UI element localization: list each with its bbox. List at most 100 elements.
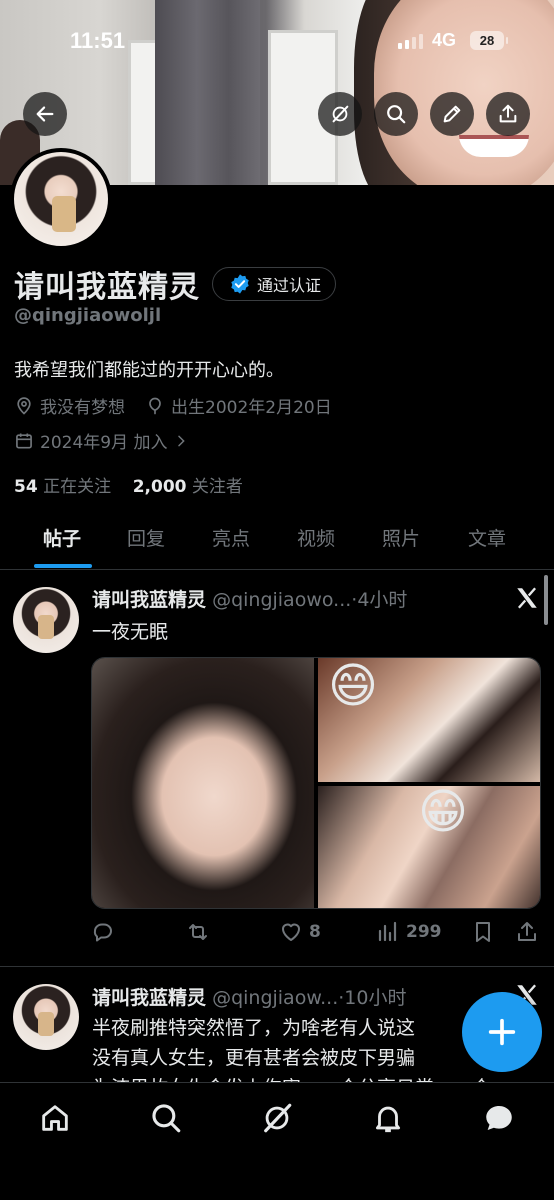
search-icon <box>387 105 406 124</box>
profile-handle: @qingjiaowoljl <box>14 305 162 326</box>
avatar-phone <box>52 196 76 232</box>
profile-avatar[interactable] <box>10 148 112 250</box>
balloon-icon <box>149 397 161 414</box>
heart-icon <box>282 923 300 941</box>
reply-icon <box>93 923 112 942</box>
profile-meta-row: 我没有梦想 出生2002年2月20日 <box>14 393 332 418</box>
grok-icon <box>264 1103 292 1133</box>
plus-icon <box>488 1018 516 1046</box>
grok-icon <box>332 105 349 123</box>
post-actions: 8 299 <box>91 920 541 950</box>
following-label: 正在关注 <box>43 477 112 497</box>
post-image[interactable]: 😄 <box>318 658 540 782</box>
profile-bio: 我希望我们都能过的开开心心的。 <box>14 360 284 381</box>
x-logo-icon <box>517 587 537 609</box>
views-icon <box>378 921 397 942</box>
banner-smile <box>459 135 529 157</box>
tab-posts[interactable]: 帖子 <box>43 524 81 551</box>
grok-button[interactable] <box>318 92 362 136</box>
bell-icon <box>375 1106 401 1133</box>
profile-name-row: 请叫我蓝精灵 通过认证 <box>14 262 337 306</box>
like-count: 8 <box>309 922 321 942</box>
views-count: 299 <box>406 922 442 942</box>
nav-search[interactable] <box>149 1101 183 1135</box>
pencil-icon <box>443 105 461 123</box>
location-icon <box>17 396 31 415</box>
signal-icon <box>398 34 423 49</box>
profile-joined-row[interactable]: 2024年9月 加入 <box>14 428 189 453</box>
post-author-name[interactable]: 请叫我蓝精灵 <box>92 987 206 1009</box>
nav-home[interactable] <box>38 1101 72 1135</box>
post-author-handle: @qingjiaow... <box>212 987 339 1009</box>
tab-videos[interactable]: 视频 <box>297 524 335 551</box>
post-image[interactable]: 😁 <box>318 784 540 908</box>
avatar-phone <box>38 615 54 639</box>
compose-button[interactable] <box>462 992 542 1072</box>
followers-count: 2,000 <box>132 477 187 497</box>
following-count: 54 <box>14 477 38 497</box>
post-author-name[interactable]: 请叫我蓝精灵 <box>92 589 206 611</box>
edit-button[interactable] <box>430 92 474 136</box>
arrow-left-icon <box>36 106 54 122</box>
followers-label: 关注者 <box>191 477 243 497</box>
status-time: 11:51 <box>70 28 126 53</box>
verified-icon <box>231 274 249 294</box>
post-avatar[interactable] <box>13 984 79 1050</box>
nav-notifications[interactable] <box>371 1101 405 1135</box>
emoji-sticker: 😁 <box>418 784 469 840</box>
verified-label: 通过认证 <box>257 276 322 295</box>
home-icon <box>42 1105 68 1131</box>
verified-badge-button[interactable]: 通过认证 <box>212 267 337 301</box>
share-button[interactable] <box>486 92 530 136</box>
following-link[interactable]: 54 正在关注 <box>14 477 111 497</box>
post-time: ·4小时 <box>351 589 408 611</box>
chevron-right-icon <box>178 435 186 446</box>
profile-location: 我没有梦想 <box>40 398 125 418</box>
messages-icon <box>486 1105 512 1131</box>
nav-messages[interactable] <box>482 1101 516 1135</box>
share-icon <box>499 104 517 123</box>
tab-active-indicator <box>34 564 92 568</box>
post-text-line: 没有真人女生，更有甚者会被皮下男骗 <box>92 1047 416 1069</box>
like-button[interactable]: 8 <box>279 920 321 944</box>
post-author-handle: @qingjiaowo... <box>212 589 352 611</box>
emoji-sticker: 😄 <box>328 658 379 714</box>
search-button[interactable] <box>374 92 418 136</box>
post-text-line: 为渣男故女生会发上伤害，一个分享日常，一个 <box>92 1073 491 1082</box>
post-header: 请叫我蓝精灵 @qingjiaowo...·4小时 <box>92 585 407 612</box>
share-post-button[interactable] <box>515 920 539 944</box>
battery-icon: 28 <box>470 31 508 50</box>
post-image[interactable] <box>92 658 314 908</box>
nav-grok[interactable] <box>260 1101 294 1135</box>
status-bar: 11:51 4G 28 <box>0 0 554 80</box>
tab-replies[interactable]: 回复 <box>127 524 165 551</box>
calendar-icon <box>16 433 32 448</box>
views-button[interactable]: 299 <box>376 920 442 944</box>
profile-joined: 2024年9月 加入 <box>40 433 168 453</box>
profile-tabs: 帖子 回复 亮点 视频 照片 文章 <box>0 510 554 570</box>
post-text: 半夜刷推特突然悟了，为啥老有人说这 没有真人女生，更有甚者会被皮下男骗 为渣男故… <box>92 1013 491 1082</box>
repost-button[interactable] <box>186 920 216 944</box>
follow-stats: 54 正在关注 2,000 关注者 <box>14 472 243 497</box>
tab-photos[interactable]: 照片 <box>382 524 420 551</box>
back-button[interactable] <box>23 92 67 136</box>
bookmark-button[interactable] <box>471 920 495 944</box>
profile-name: 请叫我蓝精灵 <box>14 270 200 305</box>
post-time: ·10小时 <box>338 987 407 1009</box>
profile-birthday: 出生2002年2月20日 <box>171 398 332 418</box>
post-avatar[interactable] <box>13 587 79 653</box>
post-text-line: 半夜刷推特突然悟了，为啥老有人说这 <box>92 1017 416 1039</box>
bookmark-icon <box>476 922 490 942</box>
followers-link[interactable]: 2,000 关注者 <box>133 477 243 497</box>
bottom-nav <box>0 1082 554 1200</box>
post-text: 一夜无眠 <box>92 621 169 643</box>
post-media-grid: 😄 😁 <box>91 657 541 909</box>
post-header: 请叫我蓝精灵 @qingjiaow...·10小时 <box>92 983 406 1010</box>
reply-button[interactable] <box>91 920 121 944</box>
share-icon <box>518 922 536 941</box>
search-icon <box>152 1104 181 1133</box>
tab-highlights[interactable]: 亮点 <box>212 524 250 551</box>
repost-icon <box>189 924 207 940</box>
avatar-phone <box>38 1012 54 1036</box>
tab-articles[interactable]: 文章 <box>468 524 506 551</box>
